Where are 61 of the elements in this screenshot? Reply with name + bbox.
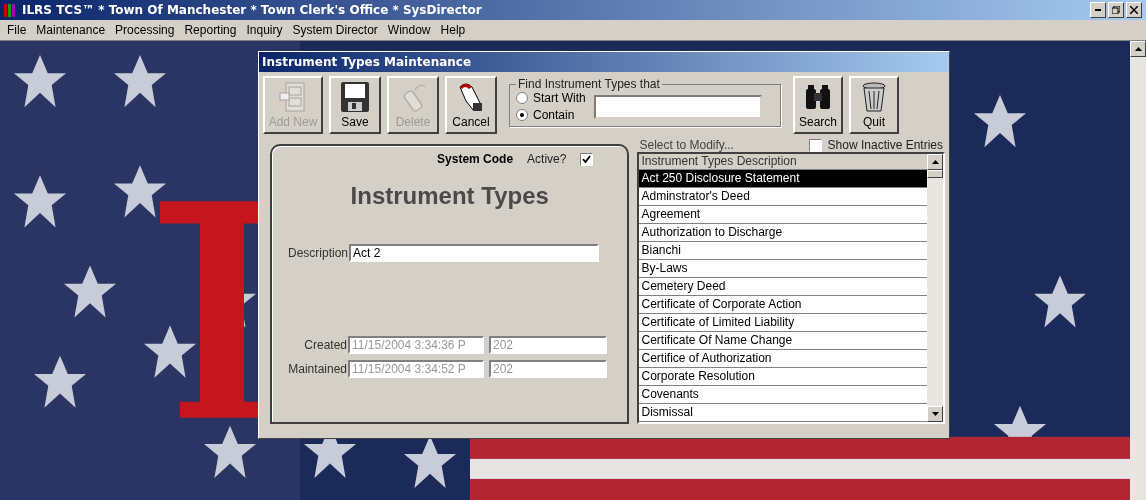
scroll-thumb[interactable]: [927, 170, 943, 178]
search-button[interactable]: Search: [793, 76, 843, 134]
description-label: Description: [286, 246, 348, 260]
column-header[interactable]: Instrument Types Description: [639, 154, 927, 170]
maintained-label: Maintained: [287, 362, 347, 376]
down-arrow-icon: [931, 412, 939, 416]
list-scrollbar[interactable]: [927, 154, 943, 422]
close-icon: [1130, 6, 1138, 14]
minimize-icon: [1095, 9, 1101, 11]
radio-option[interactable]: Start With: [516, 91, 586, 105]
app-logo-icon: [4, 3, 18, 17]
app-title: ILRS TCS™ * Town Of Manchester * Town Clerk's Office * SysDirector: [22, 3, 482, 17]
list-row[interactable]: Adminstrator's Deed: [639, 188, 927, 206]
active-label: Active?: [527, 152, 567, 166]
menu-item[interactable]: Reporting: [179, 23, 242, 37]
find-legend: Find Instrument Types that: [516, 77, 662, 91]
description-field[interactable]: Act 2: [349, 244, 599, 262]
radio-option[interactable]: Contain: [516, 108, 586, 122]
list-row[interactable]: Authorization to Discharge: [639, 224, 927, 242]
list-row[interactable]: Agreement: [639, 206, 927, 224]
user-field: 202: [489, 336, 607, 354]
restore-icon: [1112, 6, 1120, 14]
date-field: 11/15/2004 3:34:36 P: [348, 336, 484, 354]
save-button[interactable]: Save: [329, 76, 381, 134]
quit-button[interactable]: Quit: [849, 76, 899, 134]
form-heading: Instrument Types: [349, 182, 550, 210]
menu-item[interactable]: Window: [382, 23, 436, 37]
list-row[interactable]: Cemetery Deed: [639, 278, 927, 296]
list-row[interactable]: By-Laws: [639, 260, 927, 278]
list-row[interactable]: Certificate of Limited Liability: [639, 314, 927, 332]
menu-item[interactable]: Processing: [110, 23, 180, 37]
list-row[interactable]: Corporate Resolution: [639, 368, 927, 386]
list-caption: Select to Modify...: [639, 138, 734, 152]
date-field: 11/15/2004 3:34:52 P: [348, 360, 484, 378]
menu-item[interactable]: System Director: [287, 23, 383, 37]
dialog-title: Instrument Types Maintenance: [259, 52, 949, 72]
restore-button[interactable]: [1108, 2, 1124, 18]
scrollbar[interactable]: [1130, 41, 1146, 500]
list-row[interactable]: Certificate Of Name Change: [639, 332, 927, 350]
menu-item[interactable]: Maintenance: [31, 23, 111, 37]
find-field[interactable]: [593, 94, 762, 119]
menu-item[interactable]: Inquiry: [241, 23, 288, 37]
cancel-button[interactable]: Cancel: [445, 76, 497, 134]
active-checkbox[interactable]: [580, 152, 594, 166]
filing-cabinet-icon: [278, 81, 308, 113]
list-row[interactable]: Dismissal: [639, 404, 927, 422]
user-field: 202: [489, 360, 607, 378]
list-row[interactable]: Certificate of Corporate Action: [639, 296, 927, 314]
created-label: Created: [303, 338, 347, 352]
list-row[interactable]: Certifice of Authorization: [639, 350, 927, 368]
minimize-button[interactable]: [1090, 2, 1106, 18]
list-row[interactable]: Bianchi: [639, 242, 927, 260]
menu-item[interactable]: Help: [435, 23, 471, 37]
menu-item[interactable]: File: [2, 23, 32, 37]
up-arrow-icon: [931, 160, 939, 164]
show-inactive-label: Show Inactive Entries: [827, 138, 943, 152]
list-row[interactable]: Act 250 Disclosure Statement: [639, 170, 927, 188]
list-row[interactable]: Covenants: [639, 386, 927, 404]
up-arrow-icon: [1134, 47, 1142, 51]
close-button[interactable]: [1126, 2, 1142, 18]
system-code-label: System Code: [437, 152, 514, 166]
